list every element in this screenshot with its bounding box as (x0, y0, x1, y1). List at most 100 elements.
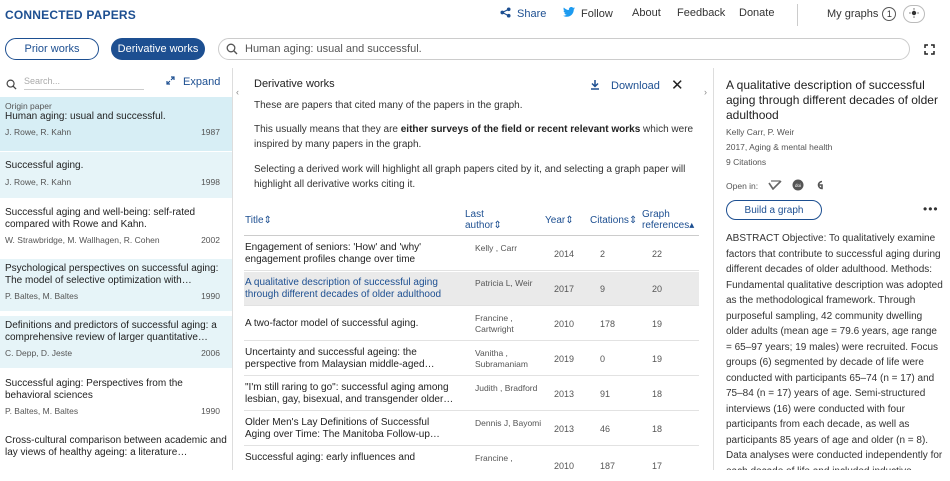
list-search: Search... Expand (0, 72, 232, 95)
brand-logo[interactable]: CONNECTED PAPERS (5, 8, 136, 22)
google-scholar-icon[interactable] (814, 179, 824, 193)
search-value: Human aging: usual and successful. (245, 43, 422, 55)
list-item-year: 1987 (201, 127, 220, 137)
col-graph-references[interactable]: Graph references▴ (642, 209, 694, 231)
list-item[interactable]: Successful aging: Perspectives from the … (0, 374, 232, 426)
paper-title: A qualitative description of successful … (726, 78, 938, 122)
row-author: Judith , Bradford (475, 383, 538, 393)
table-header: Title⇕ Last author⇕ Year⇕ Citations⇕ Grap… (244, 208, 699, 236)
list-item-meta: P. Baltes, M. Baltes 1990 (5, 291, 228, 303)
search-icon (6, 77, 17, 95)
row-author: Francine , Cartwright (475, 313, 514, 334)
more-options-icon[interactable]: ••• (923, 202, 939, 216)
sun-icon (909, 5, 919, 23)
row-author: Dennis J, Bayomi (475, 418, 542, 428)
semantic-scholar-icon[interactable] (768, 180, 782, 192)
expand-button[interactable]: Expand (166, 76, 220, 88)
list-item-meta: J. Rowe, R. Kahn 1998 (5, 177, 228, 189)
close-icon[interactable]: ✕ (671, 76, 684, 94)
row-title: "I'm still raring to go": successful agi… (245, 382, 454, 405)
svg-text:doi: doi (795, 183, 801, 188)
list-item[interactable]: Definitions and predictors of successful… (0, 316, 232, 368)
list-item-title: Psychological perspectives on successful… (5, 263, 219, 286)
twitter-icon (563, 7, 575, 20)
row-title: Older Men's Lay Definitions of Successfu… (245, 417, 440, 440)
theme-toggle[interactable] (903, 5, 925, 23)
download-button[interactable]: Download (590, 79, 660, 93)
list-item-title: Definitions and predictors of successful… (5, 320, 217, 343)
paper-list-panel: Search... Expand Origin paper Human agin… (0, 68, 233, 470)
col-year[interactable]: Year⇕ (545, 215, 574, 226)
list-item-meta: C. Depp, D. Jeste 2006 (5, 348, 228, 360)
share-button[interactable]: Share (500, 7, 546, 21)
list-item-authors: P. Baltes, M. Baltes (5, 291, 79, 301)
collapse-left-icon[interactable]: ‹ (236, 87, 239, 97)
table-row[interactable]: A two-factor model of successful aging. … (244, 307, 699, 341)
panel-heading: Derivative works (254, 78, 335, 90)
my-graphs-button[interactable]: My graphs 1 (827, 7, 897, 21)
row-author: Vanitha , Subramaniam (475, 348, 528, 369)
row-refs: 20 (652, 284, 663, 294)
list-item-year: 1990 (201, 291, 220, 301)
tab-derivative-works[interactable]: Derivative works (111, 38, 205, 60)
table-row[interactable]: "I'm still raring to go": successful agi… (244, 377, 699, 411)
col-title[interactable]: Title⇕ (245, 215, 272, 226)
list-item-year: 2002 (201, 235, 220, 245)
list-item-authors: J. Rowe, R. Kahn (5, 127, 72, 137)
table-row[interactable]: Older Men's Lay Definitions of Successfu… (244, 412, 699, 446)
list-item-title: Human aging: usual and successful. (5, 111, 166, 122)
table-row[interactable]: Engagement of seniors: 'How' and 'why' e… (244, 237, 699, 271)
table-row[interactable]: Successful aging: early influences and F… (244, 447, 699, 481)
row-title: A qualitative description of successful … (245, 277, 442, 300)
row-year: 2017 (554, 284, 575, 294)
row-title: A two-factor model of successful aging. (245, 318, 419, 329)
list-item-authors: J. Rowe, R. Kahn (5, 177, 72, 187)
col-last-author[interactable]: Last author⇕ (465, 209, 502, 231)
follow-button[interactable]: Follow (563, 7, 613, 20)
paper-abstract: ABSTRACT Objective: To qualitatively exa… (726, 233, 943, 470)
list-item[interactable]: Cross-cultural comparison between academ… (0, 431, 232, 470)
tab-prior-works[interactable]: Prior works (5, 38, 99, 60)
row-year: 2013 (554, 389, 575, 399)
list-item-authors: P. Baltes, M. Baltes (5, 406, 79, 416)
list-item[interactable]: Successful aging. J. Rowe, R. Kahn 1998 (0, 152, 232, 198)
search-icon (226, 43, 238, 58)
download-icon (590, 79, 600, 93)
collapse-right-icon[interactable]: › (704, 87, 707, 97)
donate-link[interactable]: Donate (739, 7, 774, 19)
feedback-link[interactable]: Feedback (677, 7, 725, 19)
paper-citations: 9 Citations (726, 157, 767, 167)
row-refs: 22 (652, 249, 663, 259)
paper-detail-panel: A qualitative description of successful … (713, 68, 950, 470)
doi-icon[interactable]: doi (792, 179, 804, 193)
table-row-selected[interactable]: A qualitative description of successful … (244, 272, 699, 306)
top-bar: CONNECTED PAPERS Share Follow About Feed… (0, 0, 950, 30)
row-citations: 2 (600, 249, 606, 259)
row-title: Engagement of seniors: 'How' and 'why' e… (245, 242, 422, 265)
row-refs: 19 (652, 354, 663, 364)
col-citations[interactable]: Citations⇕ (590, 215, 637, 226)
table-row[interactable]: Uncertainty and successful ageing: the p… (244, 342, 699, 376)
row-year: 2010 (554, 319, 575, 329)
build-graph-button[interactable]: Build a graph (726, 200, 822, 220)
row-title: Uncertainty and successful ageing: the p… (245, 347, 435, 370)
list-item-title: Successful aging: Perspectives from the … (5, 378, 183, 401)
list-search-input[interactable]: Search... (24, 76, 144, 90)
list-item-origin[interactable]: Origin paper Human aging: usual and succ… (0, 97, 232, 151)
expand-icon (166, 76, 175, 88)
share-label: Share (517, 8, 547, 20)
row-citations: 91 (600, 389, 611, 399)
list-item-title: Cross-cultural comparison between academ… (5, 435, 227, 458)
list-item-title: Successful aging. (5, 160, 84, 171)
list-item[interactable]: Psychological perspectives on successful… (0, 259, 232, 311)
tab-bar: Prior works Derivative works Human aging… (0, 34, 950, 64)
about-link[interactable]: About (632, 7, 661, 19)
fullscreen-icon[interactable] (924, 42, 935, 60)
list-item[interactable]: Successful aging and well-being: self-ra… (0, 203, 232, 253)
my-graphs-label: My graphs (827, 8, 879, 20)
paper-authors: Kelly Carr, P. Weir (726, 127, 795, 137)
list-item-authors: C. Depp, D. Jeste (5, 348, 73, 358)
share-icon (500, 7, 511, 21)
list-item-meta: P. Baltes, M. Baltes 1990 (5, 406, 228, 418)
search-input[interactable]: Human aging: usual and successful. (218, 38, 910, 60)
